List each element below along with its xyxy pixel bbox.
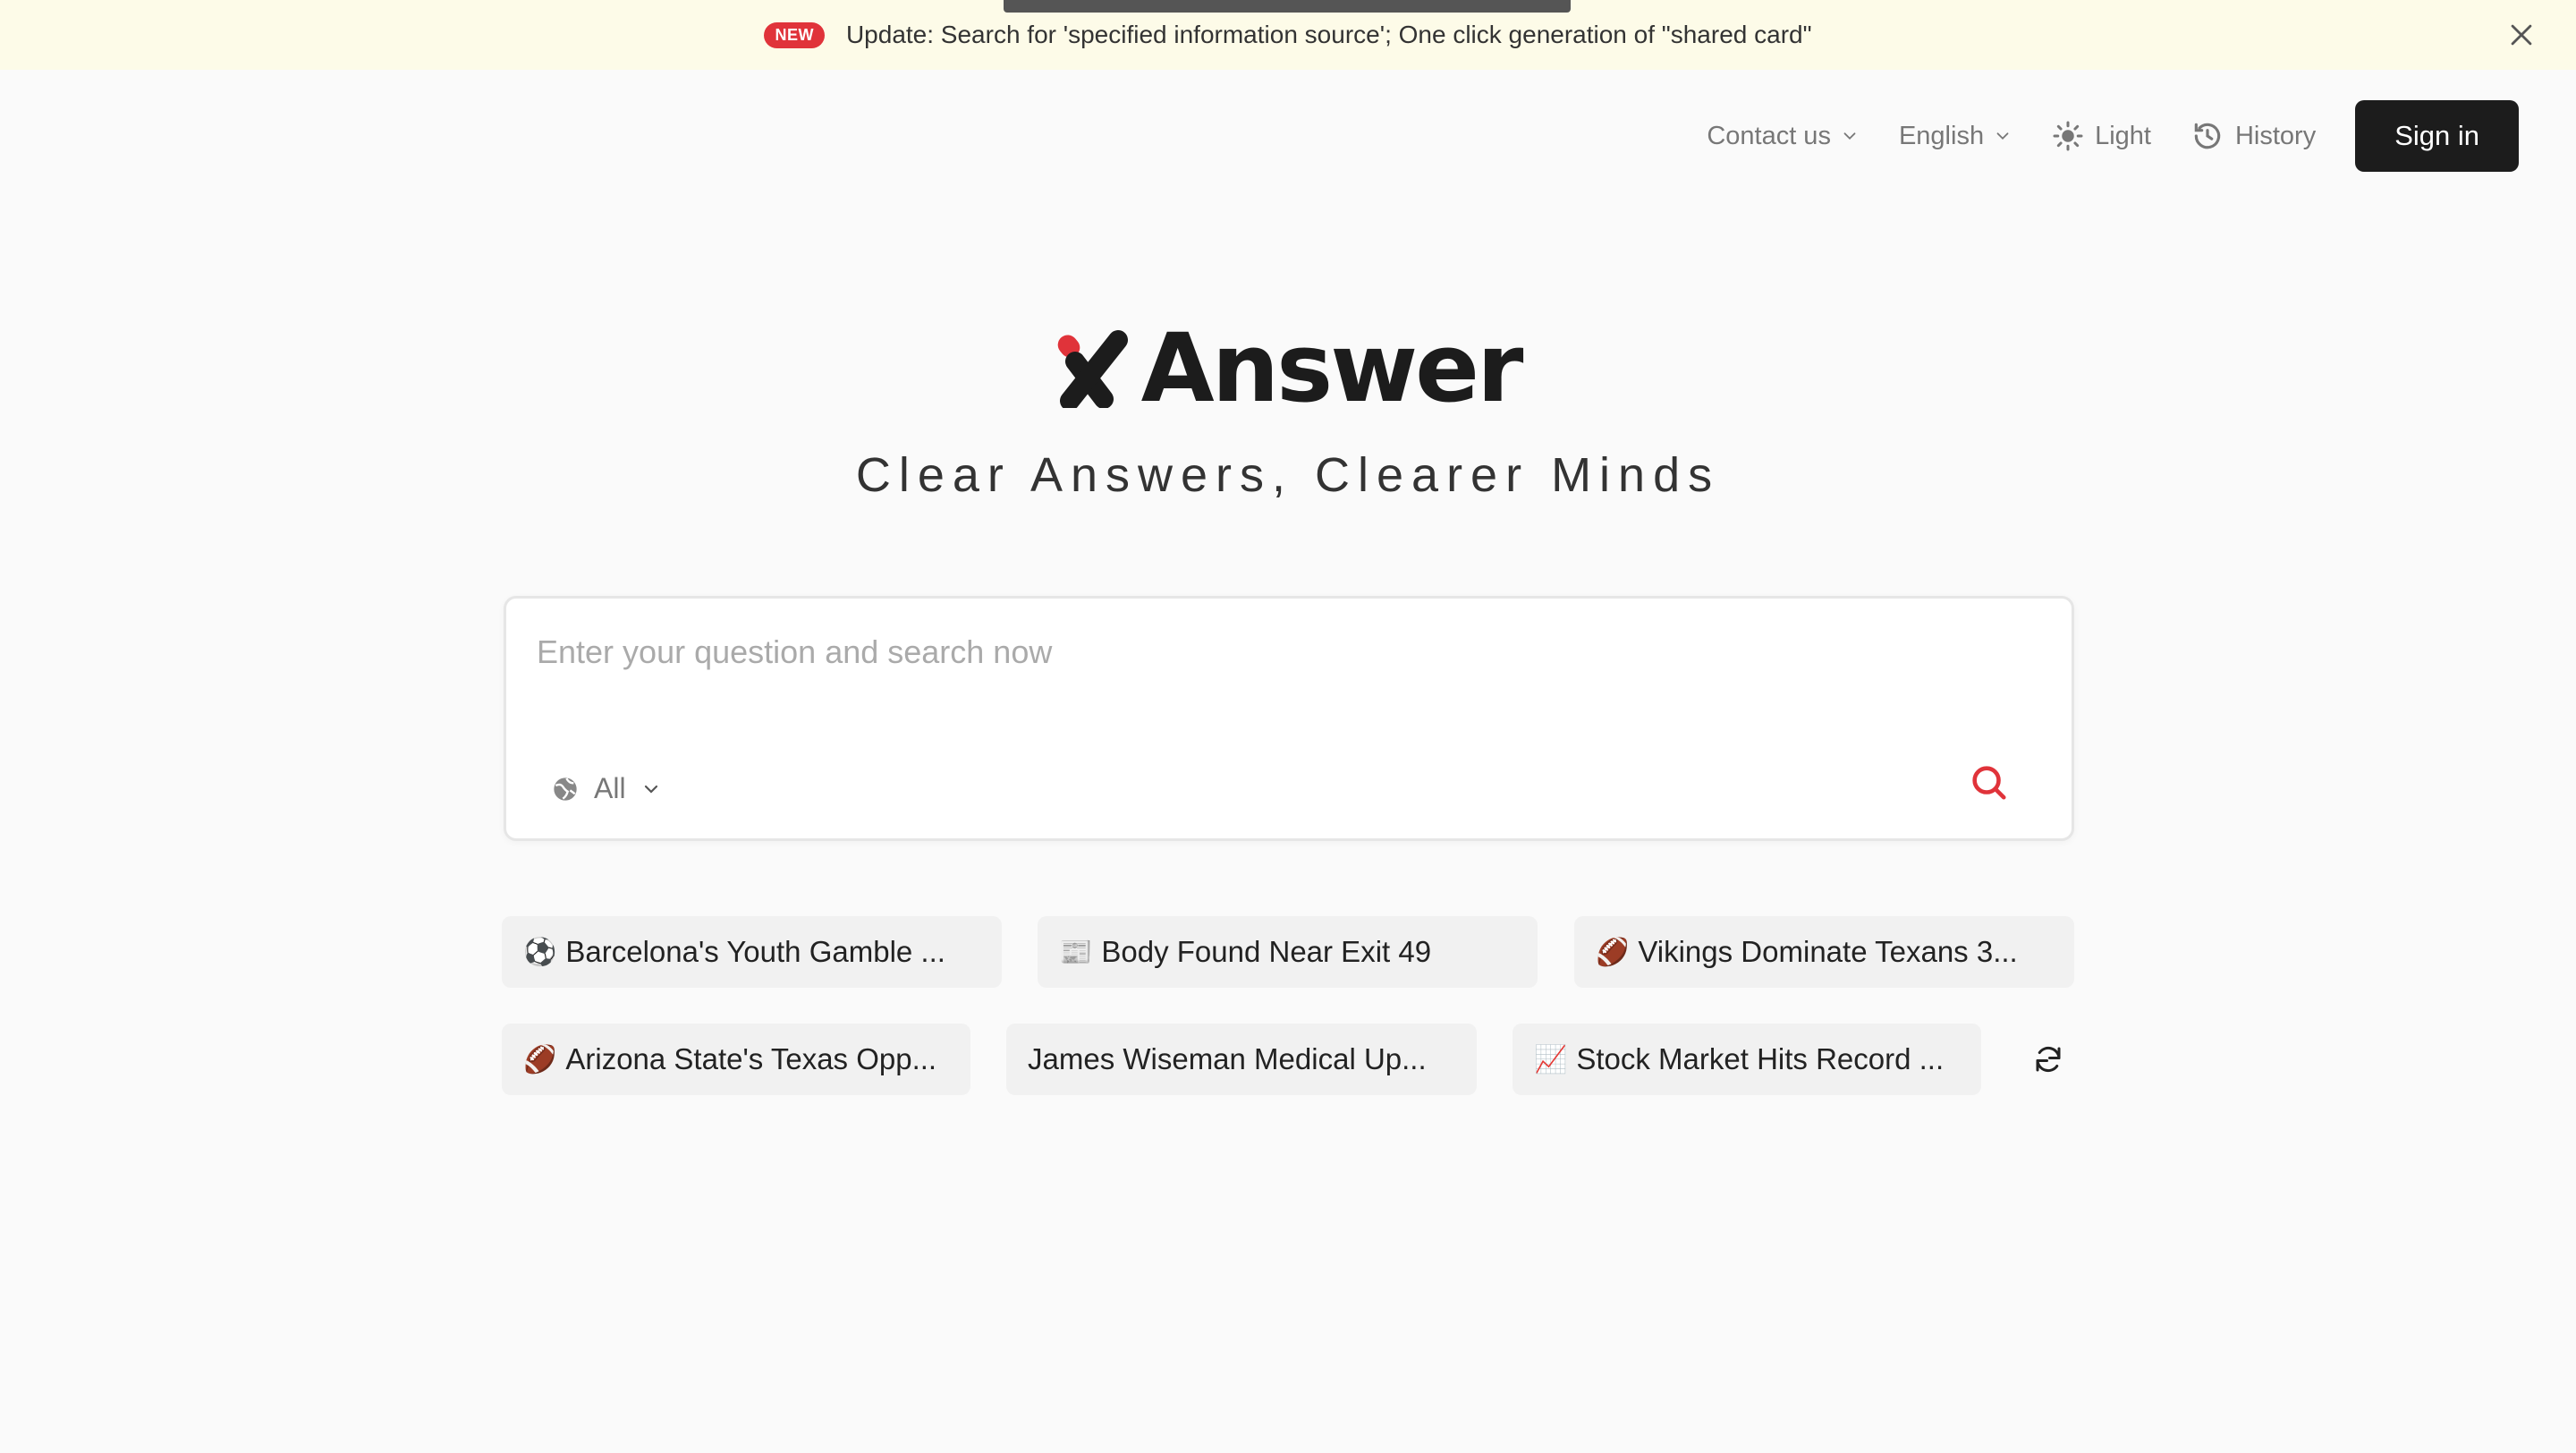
sign-in-button[interactable]: Sign in: [2355, 100, 2519, 172]
history-label: History: [2234, 121, 2317, 150]
search-input[interactable]: [537, 625, 1968, 679]
contact-us-menu[interactable]: Contact us: [1707, 122, 1860, 151]
refresh-icon[interactable]: [2032, 1043, 2064, 1075]
contact-us-label: Contact us: [1707, 121, 1831, 150]
logo: Answer: [0, 313, 2576, 423]
language-menu[interactable]: English: [1899, 122, 2012, 151]
suggestion-label: Vikings Dominate Texans 3...: [1638, 935, 2018, 968]
suggestion-label: Stock Market Hits Record ...: [1576, 1042, 1945, 1075]
source-label: All: [594, 772, 626, 804]
history-icon: [2194, 123, 2221, 149]
search-icon[interactable]: [1968, 761, 2009, 803]
sun-icon: [2053, 121, 2083, 151]
close-icon[interactable]: [2506, 20, 2537, 50]
suggestion-chip[interactable]: James Wiseman Medical Up...: [1006, 1024, 1477, 1095]
suggestion-label: Barcelona's Youth Gamble ...: [565, 935, 945, 968]
suggestion-label: Body Found Near Exit 49: [1101, 935, 1432, 968]
window-drag-handle[interactable]: [1004, 0, 1571, 13]
search-box: All: [504, 596, 2074, 841]
football-icon: 🏈: [1596, 937, 1630, 967]
history-link[interactable]: History: [2190, 119, 2316, 153]
chevron-down-icon: [644, 785, 657, 794]
chevron-down-icon: [1996, 132, 2009, 140]
language-label: English: [1898, 121, 1985, 150]
chevron-down-icon: [1843, 132, 1856, 140]
suggestion-chip[interactable]: 📰 Body Found Near Exit 49: [1038, 916, 1538, 988]
soccer-ball-icon: ⚽: [523, 937, 557, 967]
suggestion-label: James Wiseman Medical Up...: [1028, 1042, 1427, 1075]
newspaper-icon: 📰: [1059, 937, 1093, 967]
answer-logo-icon: [1057, 329, 1128, 408]
globe-icon: [554, 777, 577, 801]
suggestion-chip[interactable]: 🏈 Vikings Dominate Texans 3...: [1574, 916, 2074, 988]
suggestion-chip[interactable]: ⚽ Barcelona's Youth Gamble ...: [502, 916, 1002, 988]
suggestion-chip[interactable]: 🏈 Arizona State's Texas Opp...: [502, 1024, 970, 1095]
suggestion-chip[interactable]: 📈 Stock Market Hits Record ...: [1513, 1024, 1981, 1095]
logo-text: Answer: [1140, 313, 1524, 423]
theme-toggle[interactable]: Light: [2052, 120, 2151, 152]
header-nav: Contact us English Light History Sign in: [1707, 100, 2519, 172]
tagline: Clear Answers, Clearer Minds: [855, 448, 1721, 502]
banner-text: Update: Search for 'specified informatio…: [845, 21, 1812, 48]
new-badge: NEW: [764, 21, 825, 48]
suggestion-label: Arizona State's Texas Opp...: [565, 1042, 937, 1075]
chart-increasing-icon: 📈: [1534, 1044, 1568, 1075]
football-icon: 🏈: [523, 1044, 557, 1075]
source-select[interactable]: All: [551, 772, 662, 805]
theme-label: Light: [2095, 121, 2151, 150]
